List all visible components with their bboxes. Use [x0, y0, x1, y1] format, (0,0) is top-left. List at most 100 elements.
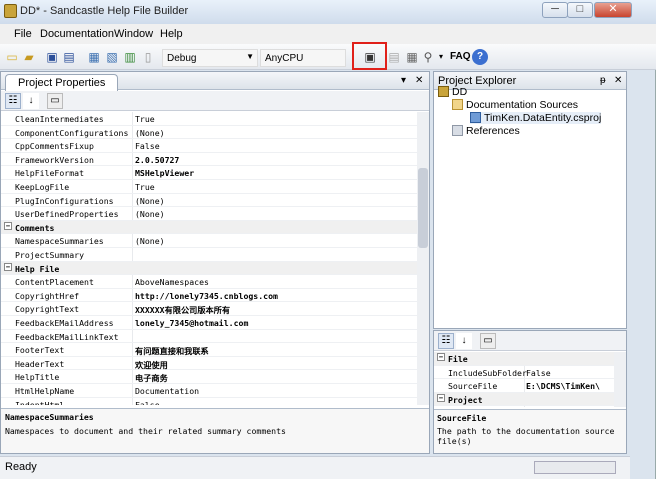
menu-documentation[interactable]: Documentation	[40, 28, 114, 40]
property-row[interactable]: ContentPlacement AboveNamespaces	[1, 275, 417, 289]
file-properties-scrollbar[interactable]	[614, 352, 626, 407]
menu-bar: File Documentation Window Help	[0, 24, 656, 44]
project-properties-panel: Project Properties ▾ ✕ ☷ ↓ ▭ CleanInterm…	[0, 71, 430, 454]
tab-project-properties[interactable]: Project Properties	[5, 74, 119, 91]
property-value[interactable]: (None)	[135, 236, 165, 246]
property-row[interactable]: CopyrightHref http://lonely7345.cnblogs.c…	[1, 289, 417, 303]
collapse-icon[interactable]: −	[437, 353, 445, 361]
property-row[interactable]: IndentHtml False	[1, 398, 417, 405]
property-row[interactable]: UserDefinedProperties (None)	[1, 207, 417, 221]
property-row[interactable]: HtmlHelpName Documentation	[1, 384, 417, 398]
property-row[interactable]: FeedbackEMailLinkText	[1, 330, 417, 344]
save-icon[interactable]: ▣	[44, 49, 60, 65]
property-row[interactable]: HelpFileFormat MSHelpViewer	[1, 166, 417, 180]
property-row[interactable]: HeaderText 欢迎使用	[1, 357, 417, 371]
property-value[interactable]: Documentation	[135, 386, 199, 396]
add-source-icon[interactable]: ▦	[86, 49, 102, 65]
collapse-icon[interactable]: −	[4, 262, 12, 271]
property-value[interactable]: (None)	[135, 196, 165, 206]
property-value[interactable]: XXXXXX有限公司版本所有	[135, 304, 230, 316]
property-row[interactable]: ProjectSummary	[1, 248, 417, 262]
tree-node-project[interactable]: DD	[438, 86, 467, 98]
chevron-down-icon[interactable]: ▾	[433, 49, 449, 65]
categorized-icon[interactable]: ☷	[5, 93, 21, 109]
property-row[interactable]: ComponentConfigurations (None)	[1, 126, 417, 140]
sort-alpha-icon[interactable]: ↓	[456, 333, 472, 349]
description-text: The path to the documentation source fil…	[437, 426, 615, 446]
property-value[interactable]: E:\DCMS\TimKen\	[526, 381, 600, 391]
add-content-icon[interactable]: ▧	[104, 49, 120, 65]
tree-node-source-file[interactable]: TimKen.DataEntity.csproj	[470, 112, 602, 124]
new-project-icon[interactable]: ▭	[4, 49, 20, 65]
status-text: Ready	[5, 461, 37, 473]
property-row[interactable]: IncludeSubFolder False	[434, 366, 614, 380]
property-category[interactable]: − File	[434, 352, 614, 366]
property-value[interactable]: False	[135, 141, 160, 151]
tree-node-references[interactable]: References	[452, 125, 520, 137]
property-value[interactable]: 欢迎使用	[135, 359, 168, 371]
property-category[interactable]: − Comments	[1, 220, 417, 235]
menu-window[interactable]: Window	[114, 28, 153, 40]
property-row[interactable]: FrameworkVersion 2.0.50727	[1, 153, 417, 167]
property-pages-icon[interactable]: ▭	[47, 93, 63, 109]
property-value[interactable]: False	[135, 400, 160, 405]
property-row[interactable]: NamespaceSummaries (None)	[1, 234, 417, 248]
menu-help[interactable]: Help	[160, 28, 183, 40]
property-value[interactable]: 2.0.50727	[135, 155, 179, 165]
categorized-icon[interactable]: ☷	[438, 333, 454, 349]
toolbar: ▭ ▰ ▣ ▤ ▦ ▧ ▥ ▯ Debug ▼ AnyCPU ▣ ▤ ▦ ⚲ ▾ …	[0, 44, 656, 70]
build-icon[interactable]: ▥	[122, 49, 138, 65]
cancel-build-icon[interactable]: ▯	[140, 49, 156, 65]
property-value[interactable]: AboveNamespaces	[135, 277, 209, 287]
property-value[interactable]: (None)	[135, 209, 165, 219]
property-value[interactable]: 电子商务	[135, 372, 168, 384]
property-value[interactable]: True	[135, 182, 155, 192]
property-category[interactable]: − Project	[434, 392, 614, 407]
property-row[interactable]: FeedbackEMailAddress lonely_7345@hotmail.…	[1, 316, 417, 330]
pin-icon[interactable]: ᵽ	[600, 75, 606, 86]
property-value[interactable]: http://lonely7345.cnblogs.com	[135, 291, 278, 301]
property-row[interactable]: CopyrightText XXXXXX有限公司版本所有	[1, 302, 417, 316]
platform-select[interactable]: AnyCPU	[260, 49, 346, 67]
property-value[interactable]: False	[526, 368, 551, 378]
property-row[interactable]: CppCommentsFixup False	[1, 139, 417, 153]
properties-scrollbar[interactable]	[417, 112, 429, 405]
property-row[interactable]: CleanIntermediates True	[1, 112, 417, 126]
property-category[interactable]: − Help File	[1, 261, 417, 276]
collapse-icon[interactable]: −	[437, 393, 445, 402]
minimize-button[interactable]: ─	[542, 2, 568, 18]
configuration-select[interactable]: Debug ▼	[162, 49, 258, 67]
property-value[interactable]: (None)	[135, 128, 165, 138]
file-property-grid[interactable]: − File IncludeSubFolder False SourceFile E:\D…	[434, 352, 614, 407]
property-value[interactable]: MSHelpViewer	[135, 168, 194, 178]
close-button[interactable]: ✕	[594, 2, 632, 18]
property-row[interactable]: FooterText 有问题直接和我联系	[1, 343, 417, 357]
tree-node-documentation-sources[interactable]: Documentation Sources	[452, 99, 578, 111]
property-row[interactable]: SourceFile E:\DCMS\TimKen\	[434, 379, 614, 393]
help-icon[interactable]: ?	[472, 49, 488, 65]
open-folder-icon[interactable]: ▰	[21, 49, 37, 65]
sort-alpha-icon[interactable]: ↓	[23, 93, 39, 109]
property-pages-icon[interactable]: ▭	[480, 333, 496, 349]
menu-file[interactable]: File	[14, 28, 32, 40]
panel-menu-icon[interactable]: ▾	[401, 75, 406, 86]
close-icon[interactable]: ✕	[415, 75, 423, 86]
scroll-thumb[interactable]	[418, 168, 428, 248]
references-icon	[452, 125, 463, 136]
property-value[interactable]: lonely_7345@hotmail.com	[135, 318, 248, 328]
property-grid[interactable]: CleanIntermediates True ComponentConfigura…	[1, 112, 417, 405]
view-log-icon[interactable]: ▤	[386, 49, 402, 65]
property-value[interactable]: True	[135, 114, 155, 124]
faq-button[interactable]: FAQ	[450, 51, 471, 62]
property-row[interactable]: PlugInConfigurations (None)	[1, 194, 417, 208]
property-name: Project	[448, 394, 483, 405]
close-icon[interactable]: ✕	[614, 75, 622, 86]
property-row[interactable]: HelpTitle 电子商务	[1, 370, 417, 384]
property-name: FooterText	[15, 345, 65, 356]
maximize-button[interactable]: □	[567, 2, 593, 18]
view-output-icon[interactable]: ▦	[404, 49, 420, 65]
property-value[interactable]: 有问题直接和我联系	[135, 345, 209, 357]
collapse-icon[interactable]: −	[4, 221, 12, 230]
property-row[interactable]: KeepLogFile True	[1, 180, 417, 194]
save-all-icon[interactable]: ▤	[61, 49, 77, 65]
